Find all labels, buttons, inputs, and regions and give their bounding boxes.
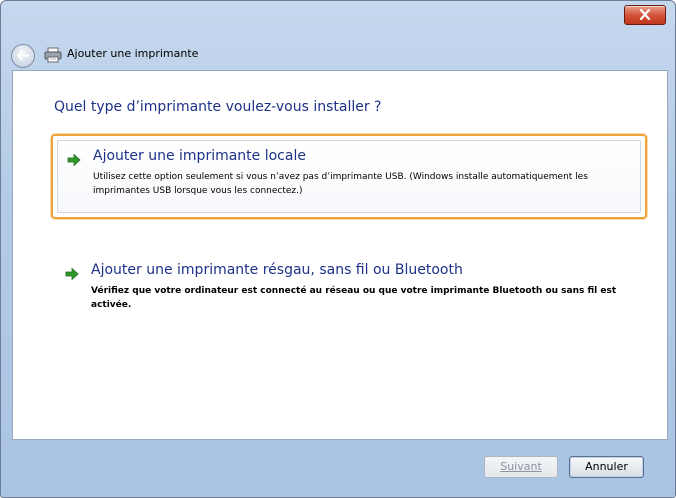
option-local-printer[interactable]: Ajouter une imprimante locale Utilisez c… bbox=[51, 134, 647, 219]
option-network-printer[interactable]: Ajouter une imprimante résgau, sans fil … bbox=[51, 254, 643, 324]
option-network-printer-description: Vérifiez que votre ordinateur est connec… bbox=[91, 286, 617, 310]
green-arrow-icon bbox=[67, 153, 81, 167]
page-heading: Quel type d’imprimante voulez-vous insta… bbox=[54, 99, 382, 115]
printer-icon bbox=[44, 47, 62, 63]
option-network-printer-title: Ajouter une imprimante résgau, sans fil … bbox=[91, 262, 463, 278]
navigation-bar: Ajouter une imprimante bbox=[1, 33, 675, 71]
wizard-footer: Suivant Annuler bbox=[1, 439, 675, 497]
window-title: Ajouter une imprimante bbox=[67, 47, 199, 60]
next-button-label: Suivant bbox=[500, 460, 542, 473]
back-button[interactable] bbox=[11, 44, 35, 68]
close-button[interactable] bbox=[624, 5, 666, 25]
option-local-printer-description: Utilisez cette option seulement si vous … bbox=[93, 172, 588, 196]
close-x-icon bbox=[639, 9, 651, 20]
add-printer-window: Ajouter une imprimante Quel type d’impri… bbox=[0, 0, 676, 498]
green-arrow-icon bbox=[65, 267, 79, 281]
cancel-button[interactable]: Annuler bbox=[569, 456, 644, 478]
back-arrow-icon bbox=[17, 50, 29, 61]
next-button[interactable]: Suivant bbox=[484, 456, 558, 478]
option-local-printer-title: Ajouter une imprimante locale bbox=[93, 148, 306, 164]
wizard-content: Quel type d’imprimante voulez-vous insta… bbox=[12, 70, 668, 440]
title-bar[interactable] bbox=[1, 1, 675, 33]
